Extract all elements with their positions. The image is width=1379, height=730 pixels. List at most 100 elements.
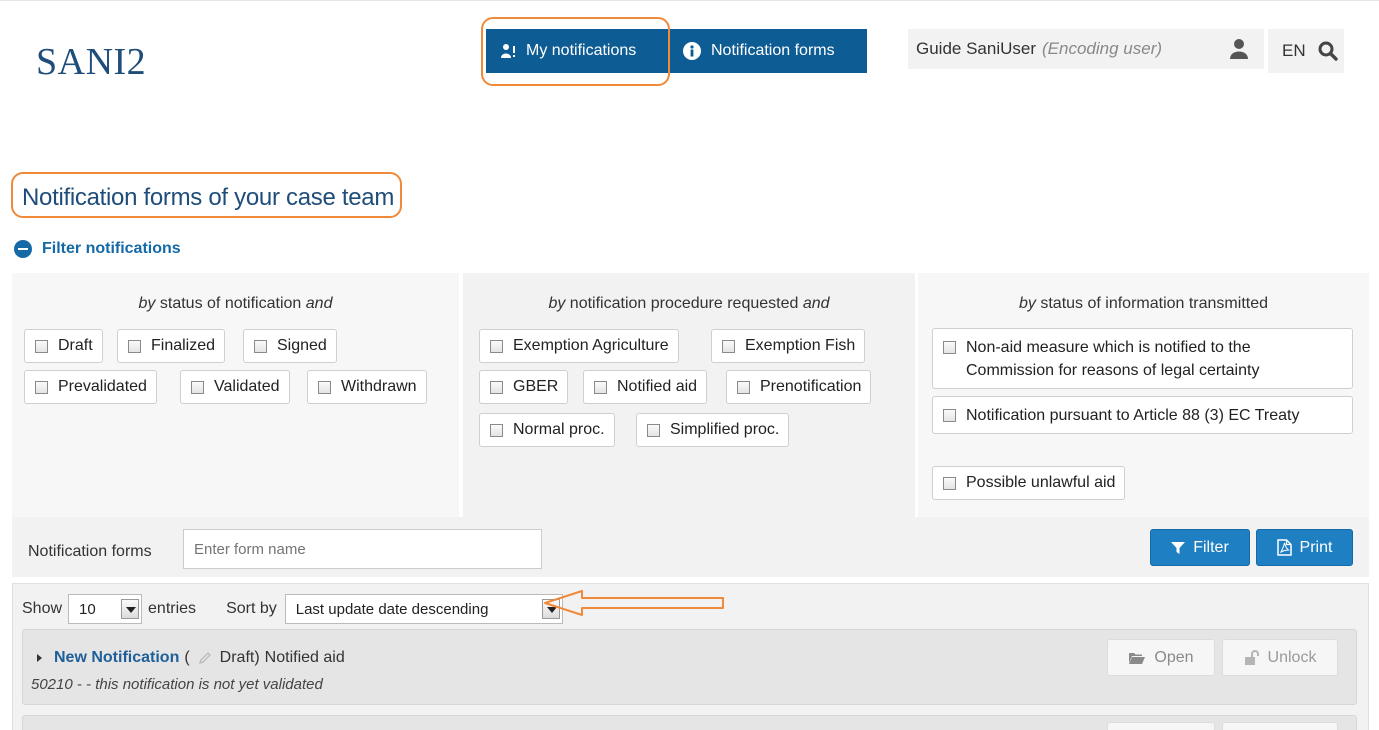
open-button[interactable]	[1107, 722, 1215, 730]
app-logo[interactable]: SANI2	[36, 40, 146, 84]
checkbox-box[interactable]	[943, 341, 956, 354]
checkbox-label: Finalized	[151, 337, 216, 354]
heading-text: notification procedure requested	[569, 295, 799, 312]
chevron-down-icon[interactable]	[121, 599, 140, 619]
user-icon[interactable]	[1228, 37, 1250, 64]
checkbox-label: Notification pursuant to Article 88 (3) …	[966, 407, 1300, 424]
print-button[interactable]: Print	[1256, 529, 1353, 566]
checkbox-possible-unlawful-aid[interactable]: Possible unlawful aid	[932, 466, 1126, 500]
open-button[interactable]: Open	[1107, 639, 1215, 676]
checkbox-box[interactable]	[490, 423, 503, 437]
checkbox-box[interactable]	[490, 380, 503, 394]
checkbox-label: Prenotification	[760, 378, 862, 395]
checkbox-box[interactable]	[128, 339, 141, 353]
heading-prefix: by	[1018, 295, 1036, 312]
list-item-header: New Notification ( Draft) Notified aid	[37, 649, 345, 667]
language-bar: EN	[1268, 29, 1344, 73]
page: SANI2 My notifications Notification form…	[0, 0, 1379, 730]
checkbox-label: Draft	[58, 337, 93, 354]
checkbox-box[interactable]	[318, 380, 331, 394]
user-name: Guide SaniUser	[916, 39, 1037, 58]
checkbox-exemption-fish[interactable]: Exemption Fish	[711, 329, 866, 363]
checkbox-article-88-3[interactable]: Notification pursuant to Article 88 (3) …	[932, 396, 1353, 434]
filter-button-label: Filter	[1193, 538, 1229, 556]
user-bar[interactable]: Guide SaniUser (Encoding user)	[908, 29, 1264, 69]
list-controls: Show 10 entries Sort by Last update date…	[22, 594, 563, 624]
checkbox-validated[interactable]: Validated	[180, 370, 290, 404]
list-item-paren: (	[184, 649, 190, 666]
checkbox-label: Signed	[277, 337, 327, 354]
checkbox-simplified-proc[interactable]: Simplified proc.	[636, 413, 790, 447]
checkbox-box[interactable]	[722, 339, 735, 353]
checkbox-box[interactable]	[943, 476, 956, 490]
filter-panel-procedure-heading: by notification procedure requested and	[463, 295, 915, 313]
list-item-type: Notified aid	[264, 649, 345, 666]
show-label: Show	[22, 600, 63, 617]
checkbox-box[interactable]	[35, 380, 48, 394]
checkbox-box[interactable]	[594, 380, 607, 394]
filter-panel-status: by status of notification and Draft Fina…	[12, 273, 459, 517]
checkbox-prevalidated[interactable]: Prevalidated	[24, 370, 157, 404]
list-item-subtitle: 50210 - - this notification is not yet v…	[31, 676, 323, 693]
top-border	[0, 0, 1379, 3]
checkbox-box[interactable]	[191, 380, 204, 394]
print-button-label: Print	[1299, 538, 1333, 556]
checkbox-finalized[interactable]: Finalized	[117, 329, 226, 363]
annotation-arrow	[544, 590, 724, 616]
filter-button[interactable]: Filter	[1150, 529, 1250, 566]
heading-text: status of information transmitted	[1040, 295, 1268, 312]
checkbox-box[interactable]	[943, 409, 956, 422]
checkbox-label: Validated	[214, 378, 280, 395]
checkbox-withdrawn[interactable]: Withdrawn	[307, 370, 427, 404]
sort-value: Last update date descending	[295, 600, 489, 618]
list-item[interactable]: New Notification ( Draft) Notified aid 5…	[22, 629, 1357, 705]
checkbox-box[interactable]	[254, 339, 267, 353]
form-name-input[interactable]	[183, 529, 542, 569]
heading-prefix: by	[548, 295, 566, 312]
pencil-icon	[198, 651, 212, 665]
unlock-button: Unlock	[1222, 639, 1338, 676]
checkbox-normal-proc[interactable]: Normal proc.	[479, 413, 615, 447]
entries-select[interactable]: 10	[68, 594, 143, 624]
checkbox-box[interactable]	[35, 339, 48, 353]
search-icon[interactable]	[1318, 41, 1338, 61]
checkbox-label: GBER	[513, 378, 559, 395]
checkbox-label: Normal proc.	[513, 421, 605, 438]
checkbox-signed[interactable]: Signed	[243, 329, 337, 363]
checkbox-box[interactable]	[490, 339, 503, 353]
nav-notification-forms-button[interactable]: Notification forms	[669, 29, 867, 73]
checkbox-label: Simplified proc.	[670, 421, 780, 438]
filter-panel-information-heading: by status of information transmitted	[918, 295, 1369, 313]
list-item[interactable]	[22, 715, 1357, 730]
pdf-icon	[1276, 539, 1292, 556]
info-icon	[683, 42, 701, 60]
checkbox-gber[interactable]: GBER	[479, 370, 569, 404]
checkbox-exemption-agriculture[interactable]: Exemption Agriculture	[479, 329, 679, 363]
user-alert-icon	[500, 43, 516, 59]
unlock-button	[1222, 722, 1338, 730]
list-item-title[interactable]: New Notification	[54, 649, 179, 667]
checkbox-box[interactable]	[737, 380, 750, 394]
filter-panel-status-heading: by status of notification and	[12, 295, 459, 313]
page-title: Notification forms of your case team	[22, 184, 395, 211]
unlock-button-label: Unlock	[1267, 648, 1317, 666]
heading-prefix: by	[138, 295, 156, 312]
user-role: (Encoding user)	[1042, 39, 1163, 58]
language-selector[interactable]: EN	[1282, 41, 1306, 61]
checkbox-non-aid-measure[interactable]: Non-aid measure which is notified to the…	[932, 328, 1353, 389]
sort-label: Sort by	[226, 600, 277, 617]
filter-notifications-toggle[interactable]: Filter notifications	[14, 240, 181, 258]
open-button-label: Open	[1154, 648, 1194, 666]
nav-my-notifications-button[interactable]: My notifications	[486, 29, 668, 73]
checkbox-box[interactable]	[647, 423, 660, 437]
sort-select[interactable]: Last update date descending	[284, 594, 563, 624]
filter-panel-information: by status of information transmitted Non…	[918, 273, 1369, 517]
checkbox-notified-aid[interactable]: Notified aid	[583, 370, 708, 404]
checkbox-draft[interactable]: Draft	[24, 329, 103, 363]
entries-value: 10	[79, 600, 96, 618]
collapse-icon	[14, 240, 32, 258]
caret-right-icon[interactable]	[37, 654, 42, 662]
nav-notification-forms-label: Notification forms	[711, 42, 835, 59]
checkbox-label: Possible unlawful aid	[966, 474, 1116, 491]
checkbox-prenotification[interactable]: Prenotification	[726, 370, 872, 404]
